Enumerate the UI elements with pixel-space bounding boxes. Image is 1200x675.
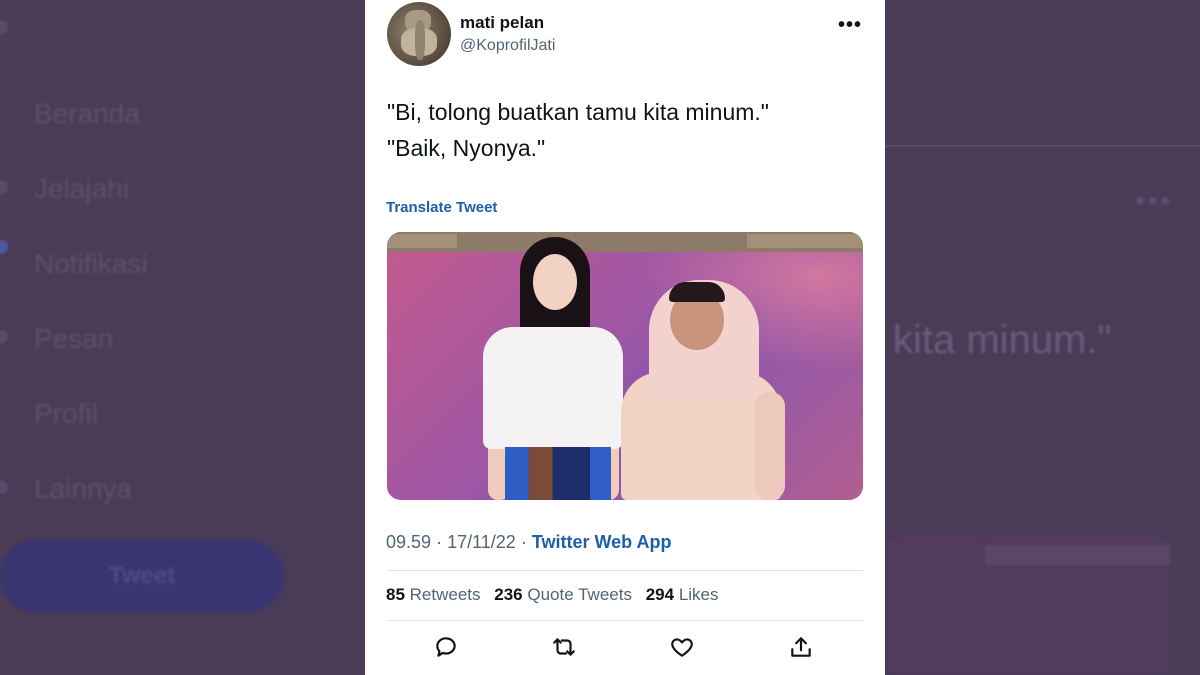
bg-divider <box>885 145 1200 147</box>
tweet-time[interactable]: 09.59 <box>386 532 431 552</box>
quote-tweets-stat[interactable]: 236 Quote Tweets <box>494 585 632 604</box>
explore-icon <box>0 180 8 194</box>
translate-tweet-link[interactable]: Translate Tweet <box>386 199 497 216</box>
tweet-actions <box>365 632 885 666</box>
divider-2 <box>387 620 863 621</box>
bg-nav-jelajahi: Jelajahi <box>34 173 129 204</box>
tweet-text: "Bi, tolong buatkan tamu kita minum." "Ba… <box>387 94 769 166</box>
retweets-count: 85 <box>386 585 405 604</box>
notification-icon <box>0 240 8 254</box>
tweet-photo[interactable] <box>387 232 863 500</box>
author-name[interactable]: mati pelan <box>460 13 544 33</box>
quote-label: Quote Tweets <box>527 585 632 604</box>
tweet-source[interactable]: Twitter Web App <box>532 532 672 552</box>
share-icon[interactable] <box>786 632 816 662</box>
quote-count: 236 <box>494 585 523 604</box>
more-circle-icon <box>0 480 8 494</box>
bg-tweet-fragment: kita minum." <box>893 318 1112 362</box>
retweets-stat[interactable]: 85 Retweets <box>386 585 481 604</box>
tweet-stats: 85 Retweets 236 Quote Tweets 294 Likes <box>386 585 719 605</box>
more-horizontal-icon[interactable]: ••• <box>838 14 862 37</box>
bg-nav-profil: Profil <box>34 398 98 429</box>
bg-more-icon: ••• <box>1135 185 1173 218</box>
background-sidebar: Beranda Jelajahi Notifikasi Pesan Profil… <box>0 0 365 675</box>
divider <box>387 570 863 571</box>
bg-nav-pesan: Pesan <box>34 323 114 354</box>
likes-label: Likes <box>678 585 719 604</box>
message-icon <box>0 330 8 344</box>
bg-nav-beranda: Beranda <box>34 98 140 129</box>
tweet-date[interactable]: 17/11/22 <box>447 532 516 552</box>
likes-count: 294 <box>645 585 675 604</box>
reply-icon[interactable] <box>431 632 461 662</box>
tweet-meta: 09.59 · 17/11/22 · Twitter Web App <box>386 532 672 553</box>
bg-tweet-button: Tweet <box>0 540 284 612</box>
retweet-icon[interactable] <box>549 632 579 662</box>
likes-stat[interactable]: 294 Likes <box>646 585 719 604</box>
author-handle[interactable]: @KoprofilJati <box>460 37 555 55</box>
retweets-label: Retweets <box>409 585 481 604</box>
tweet-card: mati pelan @KoprofilJati ••• "Bi, tolong… <box>365 0 885 675</box>
home-icon <box>0 20 8 34</box>
like-icon[interactable] <box>667 632 697 662</box>
meta-separator: · <box>436 532 443 552</box>
bg-nav-notifikasi: Notifikasi <box>34 248 148 279</box>
tweet-text-line-2: "Baik, Nyonya." <box>387 135 546 161</box>
tweet-text-line-1: "Bi, tolong buatkan tamu kita minum." <box>387 99 769 125</box>
bg-nav-lainnya: Lainnya <box>34 473 133 504</box>
meta-separator-2: · <box>520 532 527 552</box>
avatar[interactable] <box>387 2 451 66</box>
bg-image-detail <box>985 545 1170 565</box>
